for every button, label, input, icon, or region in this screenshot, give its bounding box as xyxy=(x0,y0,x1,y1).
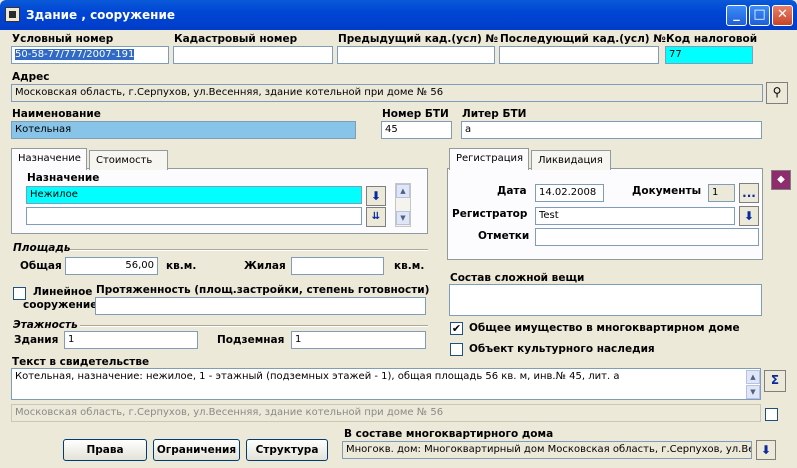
app-icon xyxy=(5,7,20,22)
tab-liquidation[interactable]: Ликвидация xyxy=(531,150,611,170)
prev-label: Предыдущий кад.(усл) № xyxy=(338,33,499,45)
complex-label: Состав сложной вещи xyxy=(450,272,585,284)
cultural-heritage-checkbox[interactable] xyxy=(450,343,463,356)
maximize-icon[interactable]: □ xyxy=(749,5,770,26)
common-property-label: Общее имущество в многоквартирном доме xyxy=(469,322,740,334)
area-total-field[interactable]: 56,00 xyxy=(65,257,158,275)
floors-under-label: Подземная xyxy=(217,334,285,346)
bti-liter-field[interactable]: а xyxy=(461,121,762,139)
name-label: Наименование xyxy=(12,108,101,120)
docs-label: Документы xyxy=(632,185,702,197)
extent-label: Протяженность (площ.застройки, степень г… xyxy=(96,284,430,296)
certificate-checkbox[interactable] xyxy=(765,408,778,421)
uslovny-value: 50-58-77/777/2007-191 xyxy=(15,49,135,60)
minimize-icon[interactable]: _ xyxy=(726,5,747,26)
purpose-dropdown2-icon[interactable]: ⇊ xyxy=(366,207,386,227)
bti-liter-label: Литер БТИ xyxy=(462,108,527,120)
registrar-dropdown-icon[interactable]: ⬇ xyxy=(739,206,759,226)
tab-cost[interactable]: Стоимость xyxy=(89,150,168,170)
floors-building-field[interactable]: 1 xyxy=(64,331,198,349)
next-field[interactable] xyxy=(499,46,659,64)
prev-field[interactable] xyxy=(337,46,495,64)
notes-field[interactable] xyxy=(535,228,759,246)
purpose-field-2[interactable] xyxy=(26,207,362,225)
restrictions-button[interactable]: Ограничения xyxy=(153,439,240,461)
registrar-label: Регистратор xyxy=(452,208,528,220)
address-field[interactable]: Московская область, г.Серпухов, ул.Весен… xyxy=(11,84,763,102)
bti-number-field[interactable]: 45 xyxy=(381,121,452,139)
purpose-dropdown-icon[interactable]: ⬇ xyxy=(366,186,386,206)
window-title: Здание , сооружение xyxy=(26,8,175,22)
area-living-unit: кв.м. xyxy=(394,260,425,272)
date-field[interactable]: 14.02.2008 xyxy=(535,184,604,202)
certificate-address-field: Московская область, г.Серпухов, ул.Весен… xyxy=(11,404,761,422)
kadastr-label: Кадастровый номер xyxy=(174,33,298,45)
cert-scroll-down-icon[interactable]: ▼ xyxy=(746,385,760,399)
apartment-dropdown-icon[interactable]: ⬇ xyxy=(756,440,776,460)
kadastr-field[interactable] xyxy=(173,46,333,64)
purpose-label: Назначение xyxy=(27,172,100,184)
area-living-label: Жилая xyxy=(244,260,286,272)
floors-divider xyxy=(80,325,428,327)
certificate-text-field[interactable]: Котельная, назначение: нежилое, 1 - этаж… xyxy=(11,368,761,400)
common-property-checkbox[interactable]: ✔ xyxy=(450,322,463,335)
address-label: Адрес xyxy=(12,71,50,83)
scroll-up-icon[interactable]: ▲ xyxy=(396,184,410,198)
uslovny-field[interactable]: 50-58-77/777/2007-191 xyxy=(11,46,169,64)
apartment-field: Многокв. дом: Многоквартирный дом Москов… xyxy=(342,441,752,459)
cultural-heritage-label: Объект культурного наследия xyxy=(469,343,655,355)
scroll-down-icon[interactable]: ▼ xyxy=(396,211,410,225)
close-icon[interactable]: ✕ xyxy=(772,5,793,26)
area-living-field[interactable] xyxy=(291,257,384,275)
tab-registration[interactable]: Регистрация xyxy=(449,148,529,170)
certificate-label: Текст в свидетельстве xyxy=(12,356,150,368)
sigma-icon[interactable]: Σ xyxy=(764,370,786,392)
book-icon[interactable]: ◆ xyxy=(771,170,791,190)
tab-purpose[interactable]: Назначение xyxy=(11,148,87,170)
area-section-label: Площадь xyxy=(13,242,71,254)
next-label: Последующий кад.(усл) № xyxy=(500,33,666,45)
structure-button[interactable]: Структура xyxy=(246,439,328,461)
floors-section-label: Этажность xyxy=(13,319,78,331)
complex-field[interactable] xyxy=(449,284,762,316)
address-lookup-icon[interactable]: ⚲ xyxy=(766,82,788,104)
extent-field[interactable] xyxy=(95,297,426,315)
uslovny-label: Условный номер xyxy=(12,33,114,45)
area-total-label: Общая xyxy=(20,260,62,272)
area-total-unit: кв.м. xyxy=(166,260,197,272)
floors-under-field[interactable]: 1 xyxy=(291,331,426,349)
purpose-field[interactable]: Нежилое xyxy=(26,186,362,204)
apartment-label: В составе многоквартирного дома xyxy=(344,428,554,440)
docs-count: 1 xyxy=(708,184,735,202)
floors-building-label: Здания xyxy=(14,334,59,346)
cert-scroll-up-icon[interactable]: ▲ xyxy=(746,370,760,384)
bti-number-label: Номер БТИ xyxy=(382,108,449,120)
tax-label: Код налоговой xyxy=(666,33,758,45)
area-divider xyxy=(70,249,428,251)
linear-label-2: сооружение xyxy=(23,299,98,311)
rights-button[interactable]: Права xyxy=(63,439,147,461)
linear-label-1: Линейное xyxy=(33,286,93,298)
registrar-field[interactable]: Test xyxy=(535,207,735,225)
name-field[interactable]: Котельная xyxy=(11,121,356,139)
tax-field[interactable]: 77 xyxy=(665,46,753,64)
notes-label: Отметки xyxy=(478,230,530,242)
date-label: Дата xyxy=(497,185,527,197)
docs-button[interactable]: ... xyxy=(739,183,759,203)
